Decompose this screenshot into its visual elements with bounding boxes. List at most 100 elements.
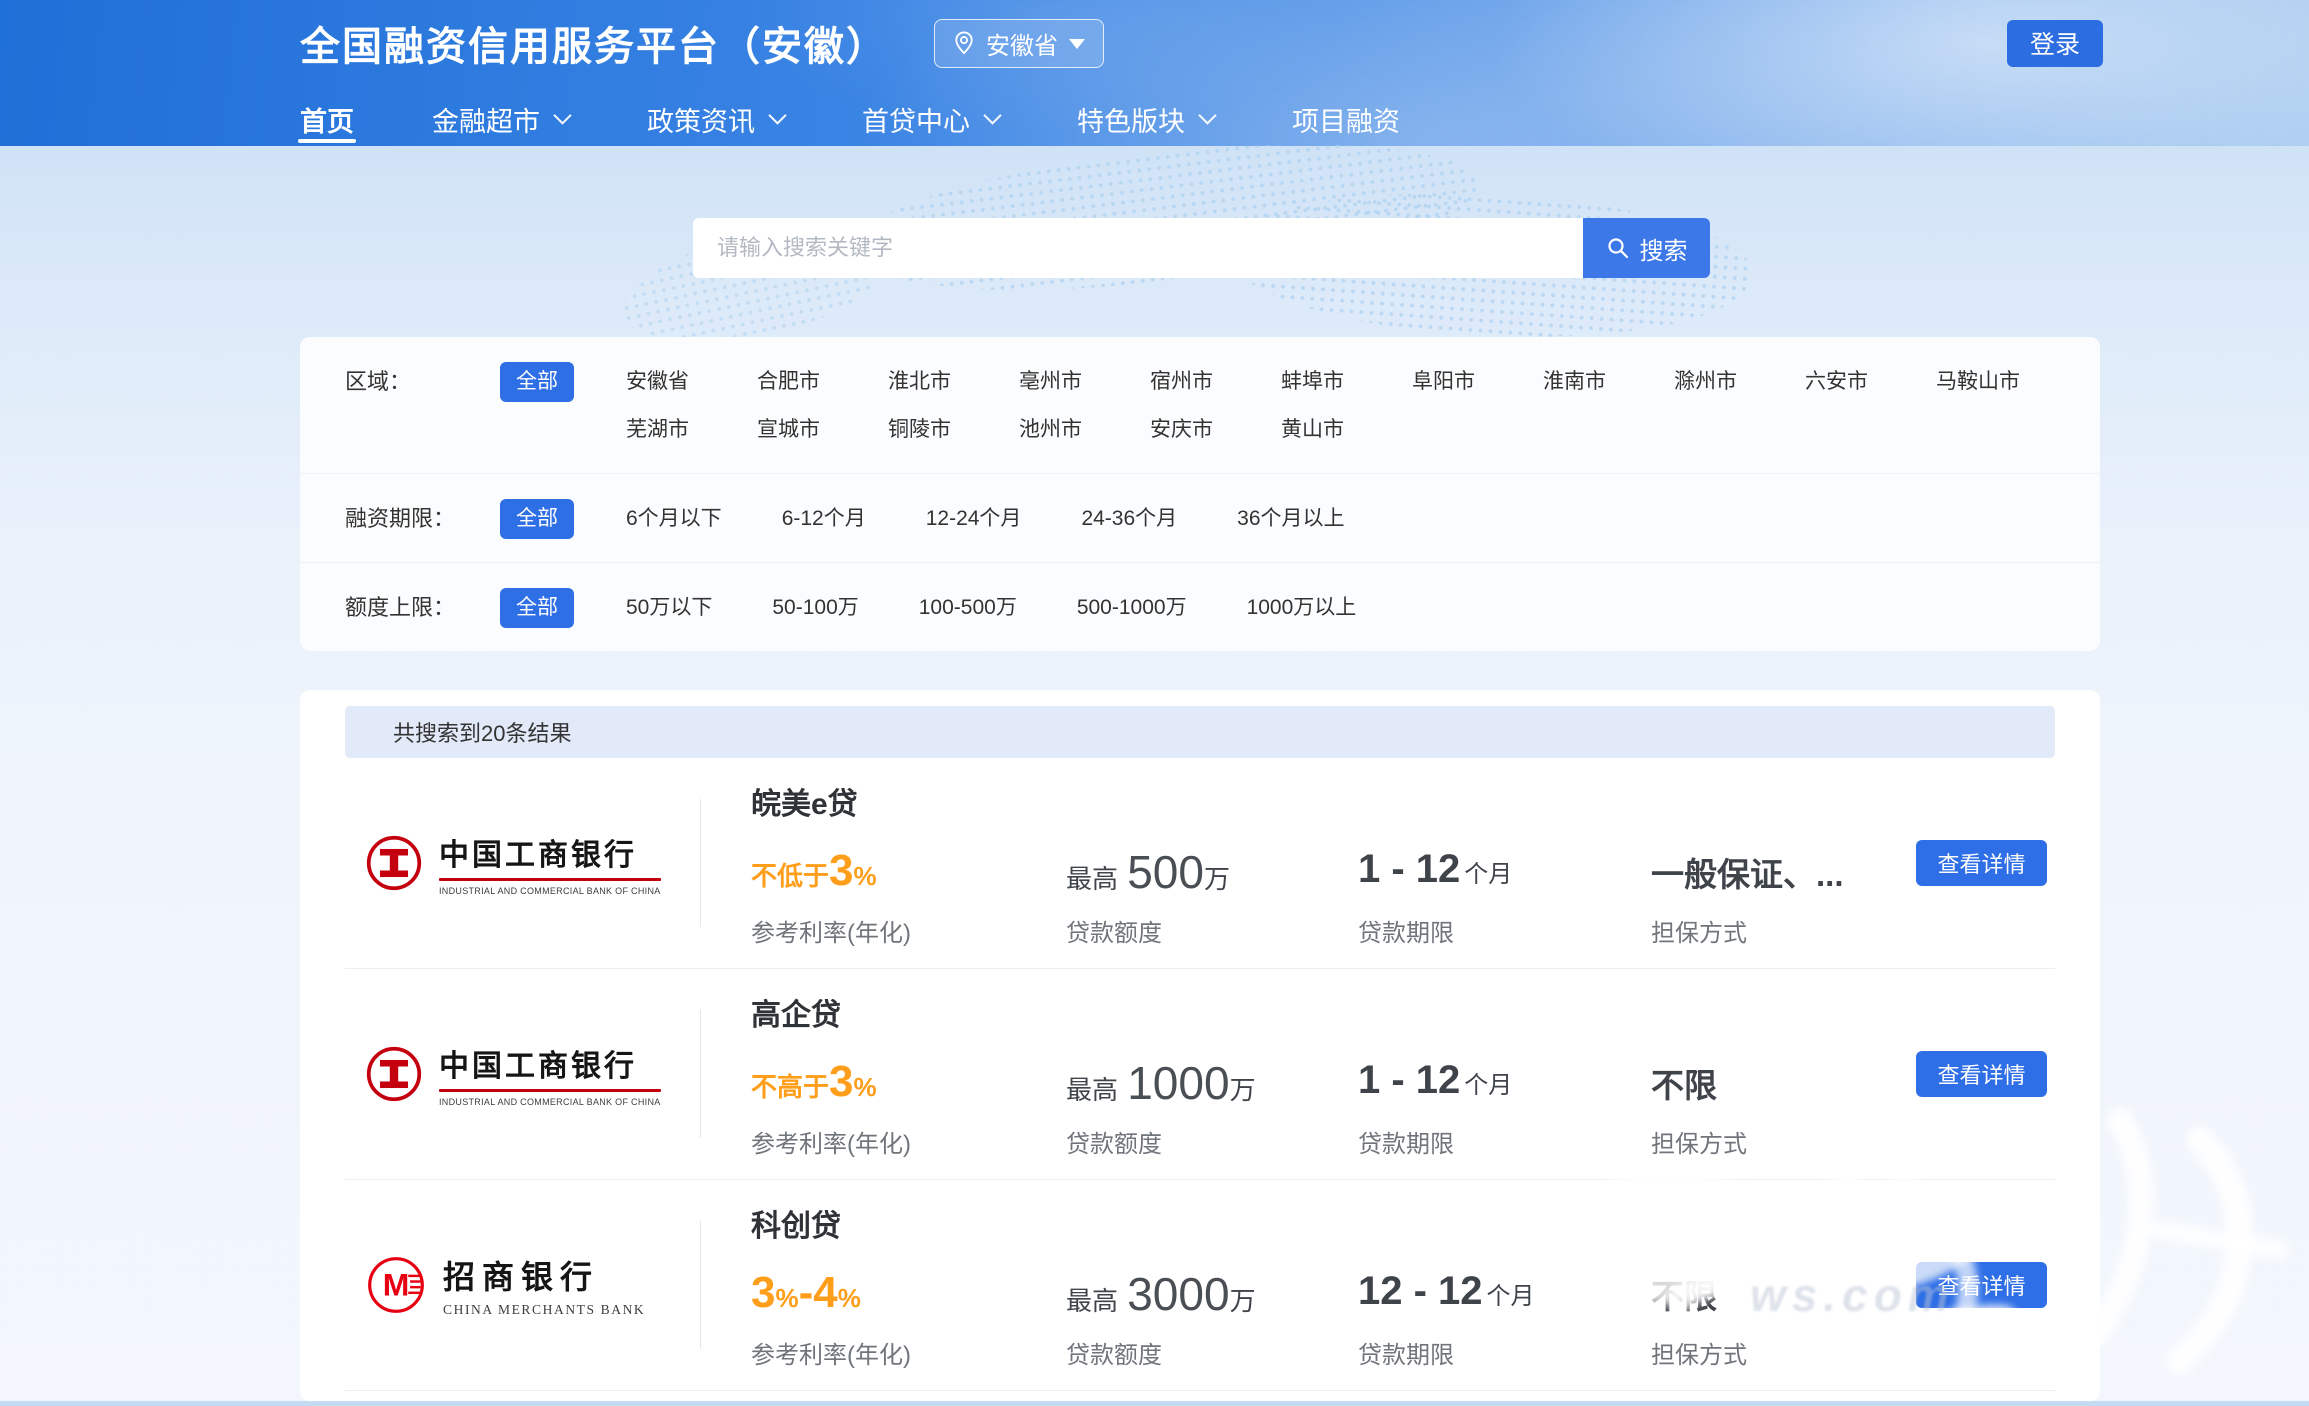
login-button[interactable]: 登录 (2007, 20, 2103, 67)
amount-prefix: 最高 (1066, 1281, 1118, 1318)
filter-options: 50万以下 50-100万 100-500万 500-1000万 1000万以上 (626, 588, 1356, 628)
bank-name-en: CHINA MERCHANTS BANK (443, 1302, 645, 1318)
filter-option[interactable]: 铜陵市 (888, 410, 1019, 450)
nav-item-label: 政策资讯 (647, 100, 755, 139)
guarantee-label: 担保方式 (1651, 913, 1891, 948)
search-bar: 搜索 (693, 218, 1710, 278)
product-name: 皖美e贷 (751, 779, 1916, 823)
rate-value: 不低于3% (751, 849, 1066, 901)
stat-rate: 不高于3%参考利率(年化) (751, 1060, 1066, 1159)
rate-part: 不高于 (751, 1067, 829, 1104)
province-selector[interactable]: 安徽省 (934, 19, 1104, 68)
loan-info: 皖美e贷不低于3%参考利率(年化)最高 500万贷款额度1 - 12个月贷款期限… (701, 779, 1916, 948)
filter-option[interactable]: 6个月以下 (626, 499, 722, 539)
filter-row-1: 融资期限：全部 6个月以下 6-12个月 12-24个月 24-36个月 36个月以上 (300, 473, 2100, 562)
loan-info: 高企贷不高于3%参考利率(年化)最高 1000万贷款额度1 - 12个月贷款期限… (701, 990, 1916, 1159)
stat-amount: 最高 500万贷款额度 (1066, 849, 1358, 948)
filter-option[interactable]: 50万以下 (626, 588, 712, 628)
filter-option[interactable]: 六安市 (1805, 362, 1936, 402)
term-label: 贷款期限 (1358, 1124, 1651, 1159)
filter-label: 融资期限： (345, 499, 500, 539)
bank-name: 中国工商银行INDUSTRIAL AND COMMERCIAL BANK OF … (439, 830, 661, 896)
nav-item-5[interactable]: 项目融资 (1292, 92, 1400, 146)
filter-option[interactable]: 宣城市 (757, 410, 888, 450)
filter-option[interactable]: 马鞍山市 (1936, 362, 2067, 402)
loan-item: M招商银行CHINA MERCHANTS BANK科创贷3% - 4%参考利率(… (345, 1180, 2055, 1391)
results-summary: 共搜索到20条结果 (393, 716, 571, 748)
filter-panel: 区域：全部安徽省合肥市淮北市亳州市宿州市蚌埠市阜阳市淮南市滁州市六安市马鞍山市芜… (300, 337, 2100, 651)
loan-stats: 3% - 4%参考利率(年化)最高 3000万贷款额度12 - 12个月贷款期限… (751, 1271, 1916, 1370)
stat-guarantee: 一般保证、...担保方式 (1651, 849, 1891, 948)
main-nav: 首页 金融超市 政策资讯 首贷中心 特色版块 项目融资 (300, 92, 1478, 146)
filter-option[interactable]: 500-1000万 (1077, 588, 1187, 628)
nav-item-0[interactable]: 首页 (300, 92, 354, 146)
filter-option[interactable]: 芜湖市 (626, 410, 757, 450)
rate-part: % (775, 1283, 798, 1314)
search-button[interactable]: 搜索 (1583, 218, 1710, 278)
filter-all-chip[interactable]: 全部 (500, 499, 574, 539)
chevron-down-icon (553, 106, 571, 124)
filter-option[interactable]: 6-12个月 (782, 499, 866, 539)
term-value: 1 - 12个月 (1358, 849, 1651, 901)
filter-option[interactable]: 黄山市 (1281, 410, 1412, 450)
filter-all-chip[interactable]: 全部 (500, 362, 574, 402)
filter-option[interactable]: 50-100万 (772, 588, 858, 628)
filter-option[interactable]: 36个月以上 (1237, 499, 1344, 539)
bank-underline (439, 878, 661, 881)
filter-option[interactable]: 亳州市 (1019, 362, 1150, 402)
term-number: 12 - 12 (1358, 1271, 1483, 1311)
rate-label: 参考利率(年化) (751, 1335, 1066, 1370)
nav-item-4[interactable]: 特色版块 (1077, 92, 1214, 146)
filter-option[interactable]: 安庆市 (1150, 410, 1281, 450)
filter-all-chip[interactable]: 全部 (500, 588, 574, 628)
amount-label: 贷款额度 (1066, 913, 1358, 948)
filter-option[interactable]: 100-500万 (919, 588, 1017, 628)
filter-option[interactable]: 安徽省 (626, 362, 757, 402)
nav-item-3[interactable]: 首贷中心 (862, 92, 999, 146)
term-number: 1 - 12 (1358, 849, 1460, 889)
filter-option[interactable]: 1000万以上 (1247, 588, 1357, 628)
nav-item-2[interactable]: 政策资讯 (647, 92, 784, 146)
filter-option[interactable]: 阜阳市 (1412, 362, 1543, 402)
rate-part: 3 (829, 1060, 853, 1104)
details-button[interactable]: 查看详情 (1916, 1262, 2047, 1308)
search-input[interactable] (693, 218, 1583, 278)
filter-label: 额度上限： (345, 588, 500, 628)
filter-option[interactable]: 宿州市 (1150, 362, 1281, 402)
nav-item-label: 特色版块 (1077, 100, 1185, 139)
bank-logo: M 招商银行CHINA MERCHANTS BANK (345, 1252, 700, 1318)
stat-term: 12 - 12个月贷款期限 (1358, 1271, 1651, 1370)
loan-item: 中国工商银行INDUSTRIAL AND COMMERCIAL BANK OF … (345, 969, 2055, 1180)
filter-option[interactable]: 滁州市 (1674, 362, 1805, 402)
icbc-emblem-icon (365, 834, 423, 892)
nav-item-label: 金融超市 (432, 100, 540, 139)
rate-value: 3% - 4% (751, 1271, 1066, 1323)
filter-option[interactable]: 12-24个月 (926, 499, 1022, 539)
filter-option[interactable]: 24-36个月 (1081, 499, 1177, 539)
amount-label: 贷款额度 (1066, 1124, 1358, 1159)
term-unit: 个月 (1487, 1276, 1535, 1311)
chevron-down-icon (1198, 106, 1216, 124)
term-unit: 个月 (1464, 1065, 1512, 1100)
nav-item-1[interactable]: 金融超市 (432, 92, 569, 146)
icbc-emblem-icon (365, 1045, 423, 1103)
filter-option[interactable]: 蚌埠市 (1281, 362, 1412, 402)
rate-part: % (838, 1283, 861, 1314)
loan-info: 科创贷3% - 4%参考利率(年化)最高 3000万贷款额度12 - 12个月贷… (701, 1201, 1916, 1370)
stat-rate: 3% - 4% 参考利率(年化) (751, 1271, 1066, 1370)
chevron-down-icon (768, 106, 786, 124)
bank-name-cn: 中国工商银行 (439, 1041, 661, 1085)
rate-part: 不低于 (751, 856, 829, 893)
results-panel: 共搜索到20条结果 中国工商银行INDUSTRIAL AND COMMERCIA… (300, 690, 2100, 1401)
filter-label: 区域： (345, 362, 500, 402)
filter-option[interactable]: 淮南市 (1543, 362, 1674, 402)
details-button[interactable]: 查看详情 (1916, 1051, 2047, 1097)
details-button[interactable]: 查看详情 (1916, 840, 2047, 886)
filter-option[interactable]: 池州市 (1019, 410, 1150, 450)
bank-name: 招商银行CHINA MERCHANTS BANK (443, 1252, 645, 1318)
filter-option[interactable]: 合肥市 (757, 362, 888, 402)
guarantee-label: 担保方式 (1651, 1124, 1891, 1159)
location-pin-icon (953, 30, 975, 56)
filter-option[interactable]: 淮北市 (888, 362, 1019, 402)
svg-text:M: M (383, 1266, 410, 1302)
